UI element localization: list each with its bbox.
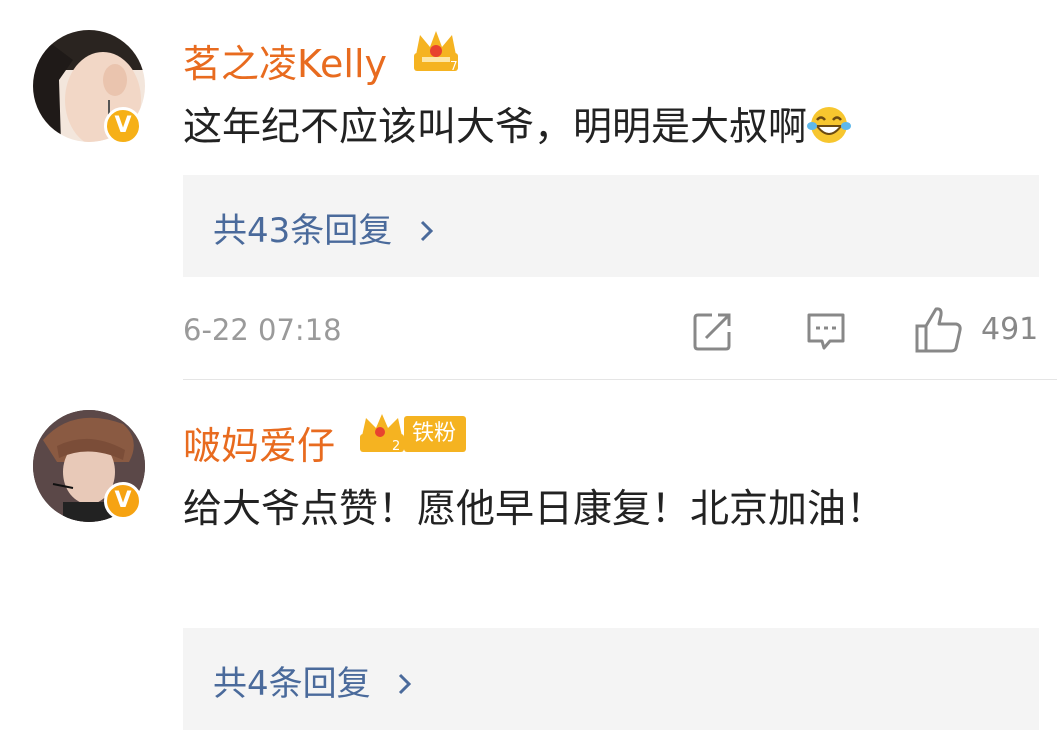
comment-body: 给大爷点赞！愿他早日康复！北京加油！: [183, 487, 886, 532]
timestamp: 6-22 07:18: [183, 313, 342, 347]
crown-level: 2: [392, 439, 400, 454]
crown-icon[interactable]: 7: [412, 27, 460, 73]
laughing-with-tears-emoji: [807, 107, 852, 143]
reply-box[interactable]: 共43条回复: [183, 175, 1039, 277]
divider: [183, 379, 1057, 380]
chevron-right-icon: [399, 673, 412, 695]
reply-box[interactable]: 共4条回复: [183, 628, 1039, 730]
crown-level: 7: [450, 59, 458, 73]
verified-badge: V: [104, 107, 142, 145]
like-count: 491: [981, 312, 1039, 347]
share-icon[interactable]: [692, 310, 734, 352]
comment-icon[interactable]: [805, 310, 847, 352]
crown-icon[interactable]: 2: [358, 412, 406, 454]
replies-link[interactable]: 共4条回复: [213, 656, 415, 705]
like-icon[interactable]: [914, 306, 964, 354]
chevron-right-icon: [421, 220, 434, 242]
comment-body: 这年纪不应该叫大爷，明明是大叔啊: [183, 105, 808, 150]
username[interactable]: 茗之凌Kelly: [183, 33, 387, 88]
comment-text: 这年纪不应该叫大爷，明明是大叔啊: [183, 94, 983, 162]
replies-label: 共43条回复: [213, 211, 393, 251]
replies-link[interactable]: 共43条回复: [213, 203, 437, 252]
username[interactable]: 啵妈爱仔: [183, 415, 335, 470]
verified-badge: V: [104, 482, 142, 520]
replies-label: 共4条回复: [213, 664, 371, 704]
fan-tag: 铁粉: [404, 416, 467, 452]
